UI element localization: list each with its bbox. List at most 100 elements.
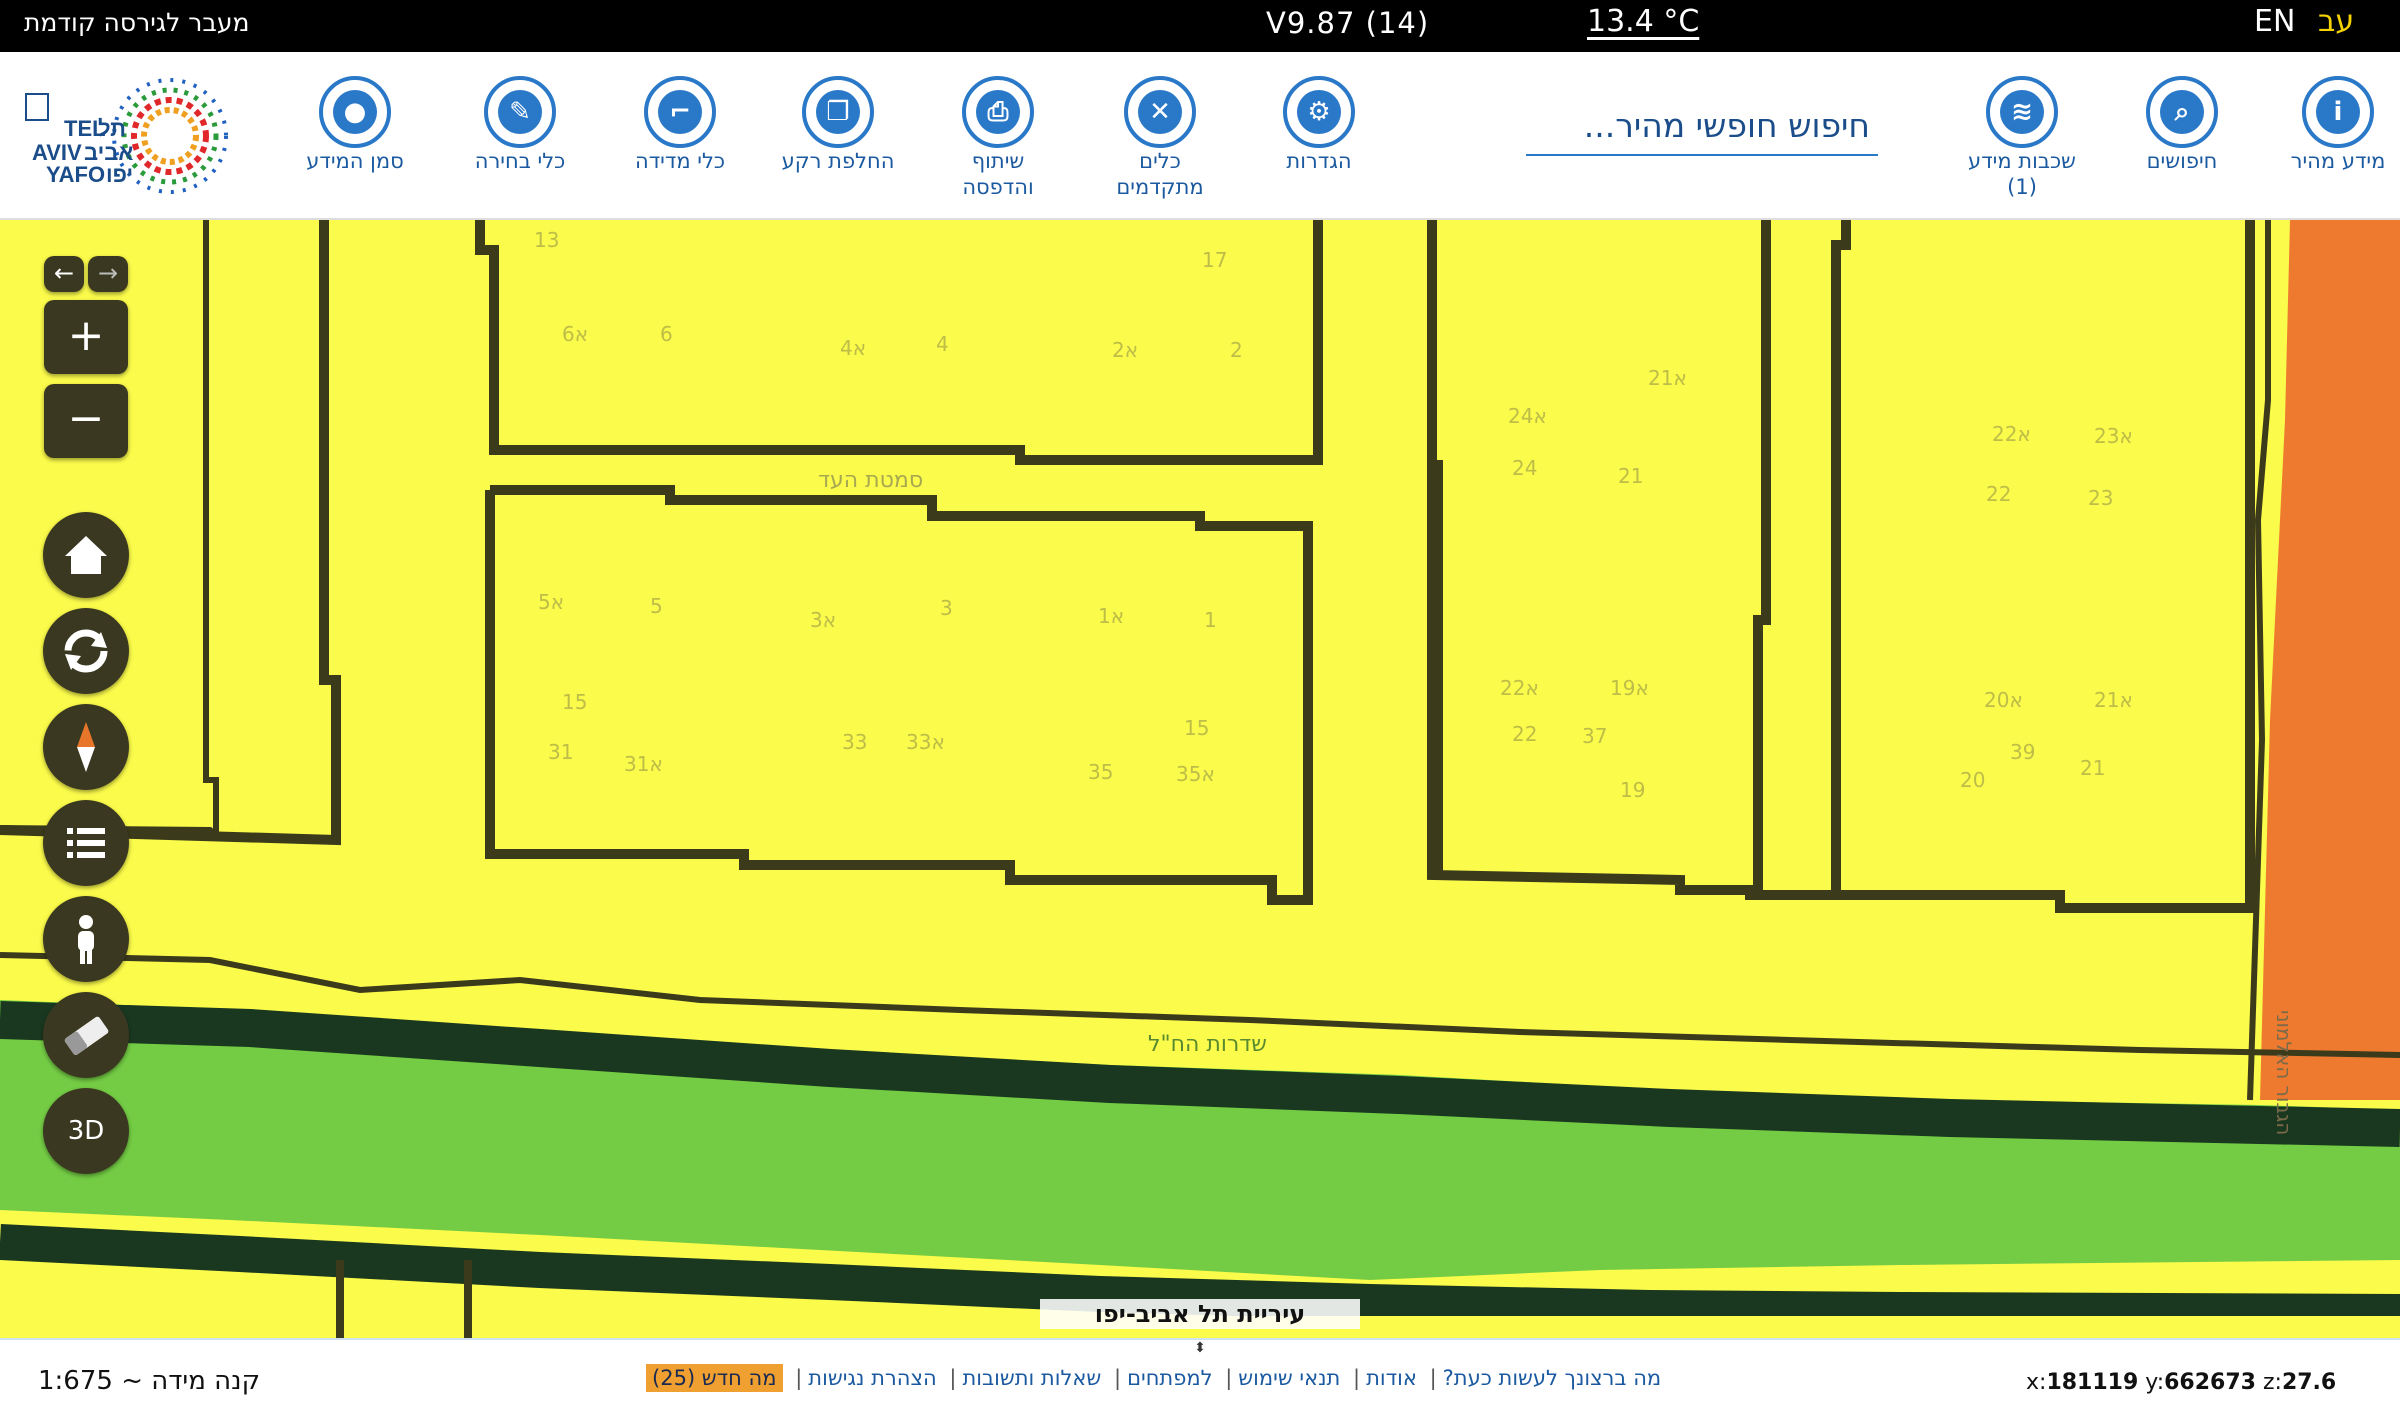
layers-icon: ≋ [1986,76,2058,148]
footer-links: מה ברצונך לעשות כעת?| אודות| תנאי שימוש|… [646,1364,1662,1392]
parcel-number: 39 [2010,740,2036,764]
parcel-number: 1 [1204,608,1217,632]
tool-measure[interactable]: ⌐ כלי מדידה [600,76,760,174]
parcel-number: 19 [1620,778,1646,802]
previous-version-link[interactable]: מעבר לגירסה קודמת [24,8,249,37]
parcel-number: א5 [538,590,565,614]
3d-button[interactable]: 3D [43,1088,129,1174]
footer-link[interactable]: מה ברצונך לעשות כעת? [1443,1366,1662,1390]
person-icon [78,915,94,964]
select-icon: ✎ [484,76,556,148]
tool-label: סמן המידע [306,149,404,173]
toolbar: TEL תל AVIV אביב YAFO יפו ● סמן המידע ✎ … [0,52,2400,220]
footer-link[interactable]: תנאי שימוש [1238,1366,1340,1390]
coordinates-readout: x:181119 y:662673 z:27.6 [2026,1370,2337,1395]
parcel-number: א19 [1610,676,1649,700]
basemap-icon: ❐ [802,76,874,148]
coord-x: 181119 [2046,1370,2139,1395]
parcel-number: א35 [1176,762,1215,786]
parcel-number: 17 [1202,248,1228,272]
parcel-number: 20 [1960,768,1986,792]
parcel-number: א24 [1508,404,1547,428]
parcel-number: א1 [1098,604,1125,628]
parcel-number: 37 [1582,724,1608,748]
parcel-number: א21 [2094,688,2133,712]
coord-y: 662673 [2164,1370,2256,1395]
parcel-number: 3 [940,596,953,620]
language-hebrew[interactable]: עב [2318,4,2354,39]
tel-aviv-logo[interactable]: TEL תל AVIV אביב YAFO יפו [20,76,250,200]
print-icon: ⎙ [962,76,1034,148]
version-label: V9.87 (14) [1266,6,1430,40]
zoom-in-button[interactable]: + [44,300,128,374]
parcel-number: 24 [1512,456,1538,480]
parcel-number: 5 [650,594,663,618]
parcel-number: א20 [1984,688,2023,712]
language-english[interactable]: EN [2254,4,2295,39]
logo-text-yafo-he: יפו [106,162,133,187]
compass-button[interactable] [43,704,129,790]
map-canvas[interactable]: סמטת העד שדרות הח"ל הגבור האלמוני 13 17 … [0,220,2400,1338]
parcel-number: 22 [1986,482,2012,506]
legend-button[interactable] [43,800,129,886]
street-label: סמטת העד [818,468,924,493]
expand-toggle-icon[interactable]: ⬍ [1188,1340,1212,1364]
parcel-number: 6 [660,322,673,346]
street-label: הגבור האלמוני [2272,1010,2296,1136]
parcel-number: 31 [548,740,574,764]
tool-label: שיתוף והדפסה [962,149,1034,199]
history-back-button[interactable]: ← [44,256,84,292]
street-label: שדרות הח"ל [1148,1032,1267,1057]
pin-icon: ● [319,76,391,148]
gear-icon: ⚙ [1283,76,1355,148]
parcel-number: 21 [2080,756,2106,780]
refresh-button[interactable] [43,608,129,694]
tool-settings[interactable]: ⚙ הגדרות [1239,76,1399,174]
tool-label: חיפושים [2146,149,2218,173]
footer-link[interactable]: אודות [1366,1366,1417,1390]
quick-search-input[interactable]: חיפוש חופשי מהיר... [1526,104,1878,156]
bottom-bar: ⬍ קנה מידה ~ 1:675 מה ברצונך לעשות כעת?|… [0,1338,2400,1404]
parcel-number: א4 [840,336,867,360]
history-forward-button[interactable]: → [88,256,128,292]
parcel-number: א21 [1648,366,1687,390]
tool-label: שכבות מידע (1) [1968,149,2076,199]
zoom-out-button[interactable]: − [44,384,128,458]
logo-graphic: TEL תל AVIV אביב YAFO יפו [25,78,228,194]
tool-searches[interactable]: ⌕ חיפושים [2102,76,2262,174]
parcel-number: 4 [936,332,949,356]
tool-share-print[interactable]: ⎙ שיתוף והדפסה [918,76,1078,200]
parcel-number: א6 [562,322,589,346]
tool-label: כלי בחירה [474,149,566,173]
tool-label: מידע מהיר [2290,149,2386,173]
list-icon [67,828,105,858]
tool-advanced[interactable]: ✕ כלים מתקדמים [1080,76,1240,200]
logo-text-yafo: YAFO [46,162,105,187]
tool-select[interactable]: ✎ כלי בחירה [440,76,600,174]
eraser-button[interactable] [43,992,129,1078]
tool-label: כלים מתקדמים [1116,149,1204,199]
scale-label: קנה מידה ~ 1:675 [38,1366,261,1396]
city-attribution: עיריית תל אביב-יפו [1040,1299,1360,1329]
tool-mark-info[interactable]: ● סמן המידע [275,76,435,174]
tool-layers[interactable]: ≋ שכבות מידע (1) [1942,76,2102,200]
home-icon [65,536,107,574]
top-bar: מעבר לגירסה קודמת V9.87 (14) 13.4 °C EN … [0,0,2400,52]
parcel-number: א23 [2094,424,2133,448]
footer-link[interactable]: שאלות ותשובות [962,1366,1101,1390]
coord-z: 27.6 [2281,1370,2337,1395]
home-button[interactable] [43,512,129,598]
logo-text-tel-he: תל [98,116,126,141]
parcel-number: 33 [842,730,868,754]
tool-basemap[interactable]: ❐ החלפת רקע [758,76,918,174]
tool-quick-info[interactable]: i מידע מהיר [2258,76,2400,174]
parcel-number: 2 [1230,338,1243,362]
parcel-number: א3 [810,608,837,632]
footer-link[interactable]: הצהרת נגישות [808,1366,936,1390]
street-view-button[interactable] [43,896,129,982]
parcel-number: 15 [1184,716,1210,740]
parcel-number: א31 [624,752,663,776]
temperature-link[interactable]: 13.4 °C [1587,4,1699,39]
footer-link[interactable]: למפתחים [1127,1366,1212,1390]
whats-new-badge[interactable]: מה חדש (25) [646,1364,783,1392]
